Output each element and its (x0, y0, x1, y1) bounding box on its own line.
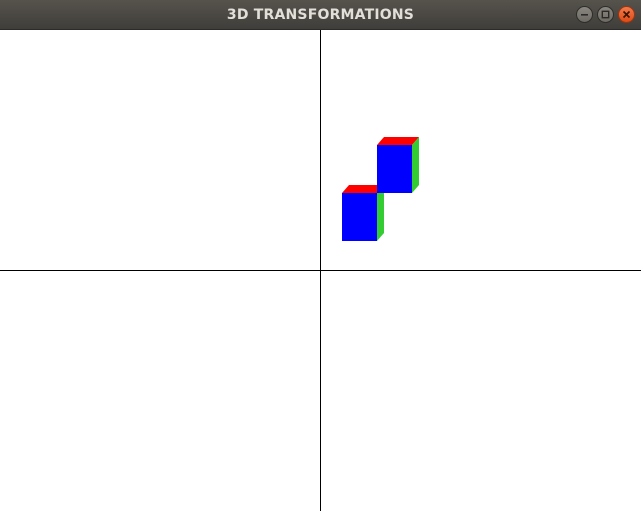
upper-cube-top-face (377, 137, 419, 145)
upper-cube-front-face (377, 145, 412, 193)
drawing-canvas (0, 30, 641, 511)
scene-svg (0, 30, 641, 511)
close-icon (622, 10, 631, 19)
lower-cube-side-face (377, 185, 384, 241)
minimize-button[interactable] (576, 6, 593, 23)
maximize-icon (601, 10, 610, 19)
upper-cube-side-face (412, 137, 419, 193)
maximize-button[interactable] (597, 6, 614, 23)
window-title: 3D TRANSFORMATIONS (226, 7, 415, 23)
app-window: 3D TRANSFORMATIONS (0, 0, 641, 511)
title-bar[interactable]: 3D TRANSFORMATIONS (0, 0, 641, 30)
close-button[interactable] (618, 6, 635, 23)
minimize-icon (581, 14, 588, 16)
lower-cube-front-face (342, 193, 377, 241)
window-controls (576, 6, 635, 24)
